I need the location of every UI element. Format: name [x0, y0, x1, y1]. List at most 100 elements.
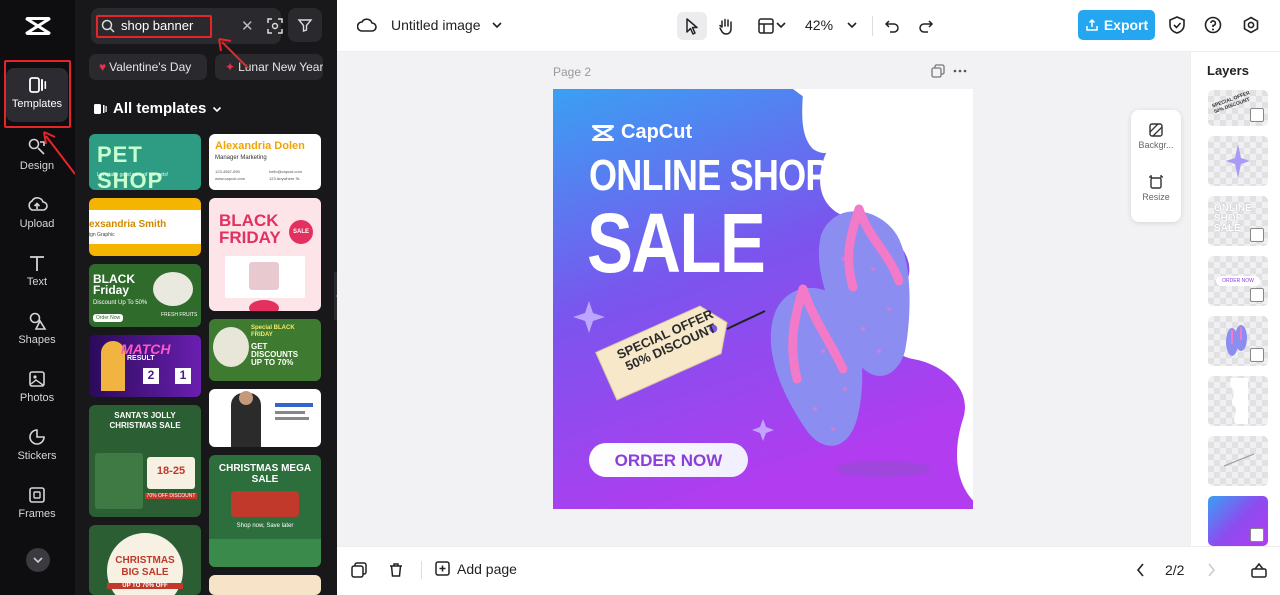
template-score-b: 1 [175, 368, 191, 384]
page-label: Page 2 [553, 65, 592, 79]
clear-search-icon[interactable]: ✕ [241, 17, 254, 35]
template-card-special-black-friday[interactable]: Special BLACK FRIDAY GET DISCOUNTS UP TO… [209, 319, 321, 381]
hand-tool-button[interactable] [711, 12, 741, 40]
layer-lock-icon[interactable] [1250, 528, 1264, 542]
document-title[interactable]: Untitled image [391, 17, 481, 33]
shapes-icon [29, 312, 47, 330]
brand-logo: CapCut [591, 121, 692, 144]
capcut-logo-icon[interactable] [24, 14, 52, 38]
chevron-down-icon[interactable] [775, 19, 787, 31]
gear-icon[interactable] [1242, 16, 1260, 34]
help-icon[interactable] [1204, 16, 1222, 34]
layer-order-now-button[interactable]: ORDER NOW [1208, 256, 1268, 306]
template-score-a: 2 [143, 368, 159, 384]
canvas-area[interactable]: Page 2 CapCut ONLINE SHOP SALE SPECIAL O… [337, 52, 1190, 546]
template-card-business-card-smith[interactable]: exsandria Smith ign Graphic [89, 198, 201, 256]
rail-item-frames[interactable]: Frames [6, 478, 68, 532]
duplicate-page-icon[interactable] [931, 64, 945, 78]
layer-flip-flops[interactable] [1208, 316, 1268, 366]
template-subtitle: Manager Marketing [215, 155, 267, 161]
export-label: Export [1103, 17, 1149, 33]
shield-icon[interactable] [1168, 15, 1186, 35]
template-card-christmas-big-sale[interactable]: CHRISTMAS BIG SALE UP TO 70% OFF [89, 525, 201, 595]
divider [421, 561, 422, 579]
template-title: SANTA'S JOLLY CHRISTMAS SALE [109, 411, 181, 430]
template-card-business-card-dolen[interactable]: Alexandria Dolen Manager Marketing 123-4… [209, 134, 321, 190]
background-tool[interactable]: Backgr... [1131, 122, 1181, 150]
rail-item-upload[interactable]: Upload [6, 188, 68, 242]
template-web: www.capcut.com [215, 176, 246, 181]
template-card-match-result[interactable]: MATCH RESULT 2 1 [89, 335, 201, 397]
upload-icon [28, 197, 48, 211]
layer-headline-text[interactable]: ONLINE SHOP SALE [1208, 196, 1268, 246]
layer-lock-icon[interactable] [1250, 108, 1264, 122]
rail-item-shapes[interactable]: Shapes [6, 304, 68, 358]
capcut-editor: Templates Design Upload Text Shapes Phot… [0, 0, 1280, 595]
chevron-left-icon[interactable] [1135, 562, 1147, 578]
template-title: PET SHOP [97, 142, 164, 190]
layer-white-wave[interactable] [1208, 376, 1268, 426]
duplicate-icon[interactable] [351, 562, 367, 578]
chevron-down-icon [213, 106, 222, 112]
layer-lock-icon[interactable] [1250, 228, 1264, 242]
chevron-down-icon [33, 557, 43, 564]
artboard[interactable]: CapCut ONLINE SHOP SALE SPECIAL OFFER 50… [553, 89, 973, 509]
template-card-christmas-mega-sale[interactable]: CHRISTMAS MEGA SALE Shop now, Save later [209, 455, 321, 567]
template-card-pet-shop[interactable]: PET SHOP Let's take good care of our pet… [89, 134, 201, 190]
template-card-black-friday-fruits[interactable]: BLACK Friday Discount Up To 50% Order No… [89, 264, 201, 327]
filter-button[interactable] [288, 8, 322, 42]
layer-lock-icon[interactable] [1250, 348, 1264, 362]
image-search-icon[interactable] [266, 17, 284, 35]
cloud-save-icon[interactable] [357, 16, 377, 34]
export-icon [1086, 18, 1098, 31]
template-card-santas-jolly-christmas[interactable]: SANTA'S JOLLY CHRISTMAS SALE 18-25 70% O… [89, 405, 201, 517]
chip-label: Valentine's Day [109, 60, 192, 74]
more-icon[interactable] [953, 64, 967, 78]
photos-icon [29, 371, 45, 387]
template-title: BLACK Friday [93, 272, 135, 297]
rail-label-stickers: Stickers [17, 450, 57, 462]
template-offer: 70% OFF DISCOUNT [145, 493, 197, 499]
trash-icon[interactable] [388, 562, 404, 578]
layer-lock-icon[interactable] [1250, 288, 1264, 302]
undo-button[interactable] [877, 12, 907, 40]
frames-icon [29, 487, 45, 503]
page-actions [931, 64, 971, 80]
template-subtitle: RESULT [127, 355, 155, 362]
cursor-icon [686, 18, 698, 35]
layer-sparkle[interactable] [1208, 136, 1268, 186]
template-subtitle: GET DISCOUNTS UP TO 70% [251, 342, 299, 367]
chevron-down-icon[interactable] [846, 19, 858, 31]
background-icon [1149, 123, 1163, 137]
template-tag: FRESH FRUITS [161, 312, 198, 318]
layer-special-offer-text[interactable]: SPECIAL OFFER 50% DISCOUNT [1208, 90, 1268, 126]
all-templates-dropdown[interactable]: All templates [93, 100, 222, 117]
more-tools-button[interactable] [26, 548, 50, 572]
select-tool-button[interactable] [677, 12, 707, 40]
layer-gradient-background[interactable] [1208, 496, 1268, 546]
chip-valentines-day[interactable]: ♥ Valentine's Day [89, 54, 207, 80]
pages-panel-icon[interactable] [1250, 561, 1268, 579]
templates-icon [94, 103, 107, 114]
template-card-partial[interactable] [209, 575, 321, 595]
layer-preview-text: ORDER NOW [1216, 276, 1260, 286]
rail-label-upload: Upload [19, 218, 55, 230]
layout-icon [758, 18, 774, 34]
rail-item-photos[interactable]: Photos [6, 362, 68, 416]
rail-item-stickers[interactable]: Stickers [6, 420, 68, 474]
redo-button[interactable] [911, 12, 941, 40]
rail-item-text[interactable]: Text [6, 246, 68, 300]
resize-tool[interactable]: Resize [1131, 174, 1181, 202]
chevron-right-icon[interactable] [1205, 562, 1217, 578]
add-page-button[interactable]: Add page [435, 561, 517, 577]
export-button[interactable]: Export [1078, 10, 1155, 40]
template-card-black-friday-pink[interactable]: BLACK FRIDAY SALE [209, 198, 321, 311]
divider [872, 16, 873, 36]
chevron-down-icon[interactable] [491, 19, 503, 31]
template-card-portrait-man[interactable] [209, 389, 321, 447]
layer-string[interactable] [1208, 436, 1268, 486]
annotation-box-search [96, 15, 212, 38]
zoom-level[interactable]: 42% [805, 17, 833, 33]
template-email: hello@capcut.com [269, 169, 302, 174]
filter-icon [297, 19, 313, 32]
